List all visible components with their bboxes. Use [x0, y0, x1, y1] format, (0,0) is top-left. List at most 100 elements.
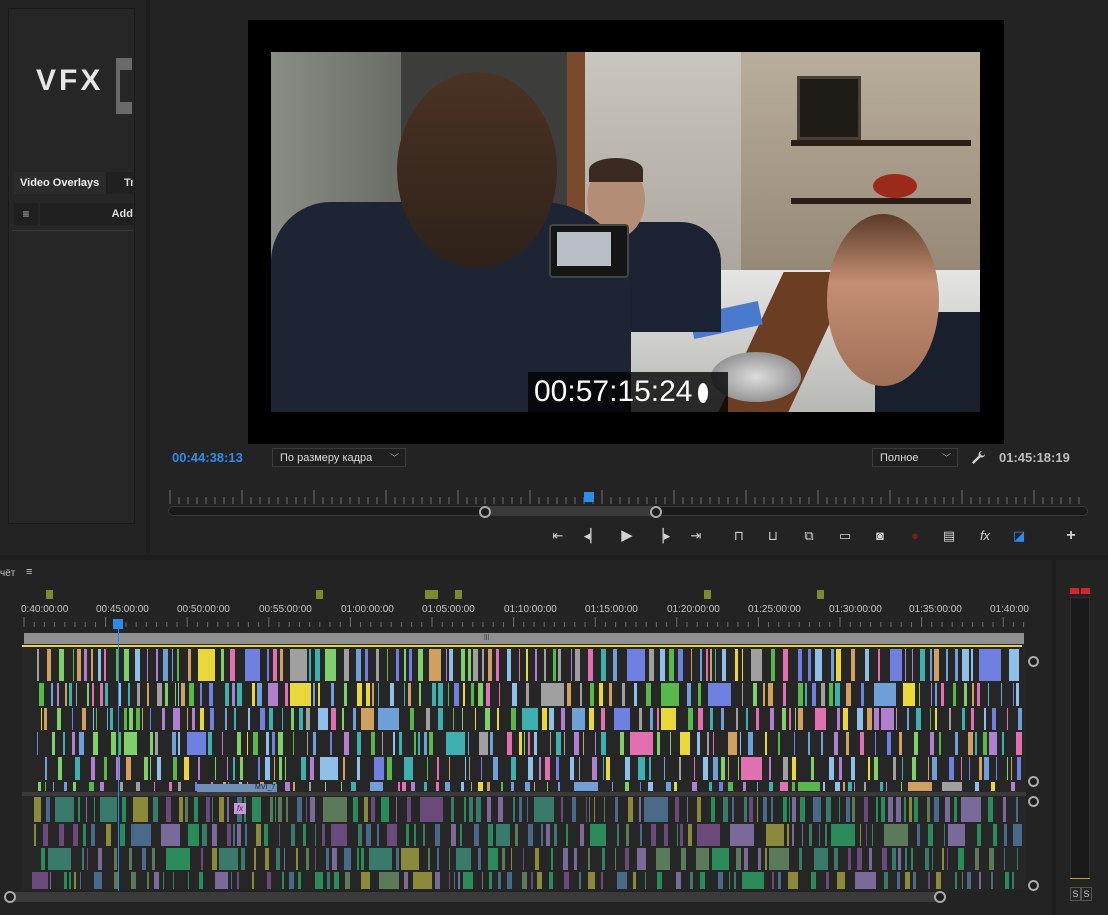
timeline-clip[interactable]	[909, 797, 912, 822]
timeline-clip[interactable]	[275, 797, 276, 822]
timeline-clip[interactable]	[884, 872, 888, 889]
timeline-clip[interactable]	[993, 824, 997, 846]
timeline-clip[interactable]	[468, 732, 469, 755]
timeline-clip[interactable]	[184, 757, 189, 780]
timeline-clip[interactable]	[91, 824, 95, 846]
timeline-clip[interactable]	[136, 782, 140, 791]
timeline-clip[interactable]	[377, 824, 379, 846]
timeline-clip[interactable]	[746, 708, 748, 730]
timeline-clip[interactable]	[438, 708, 443, 730]
timeline-clip[interactable]	[744, 797, 747, 822]
timeline-clip[interactable]	[100, 797, 117, 822]
timeline-clip[interactable]	[278, 732, 283, 755]
timeline-clip[interactable]	[713, 757, 718, 780]
timeline-clip[interactable]	[561, 797, 563, 822]
timeline-clip[interactable]	[252, 797, 261, 822]
timeline-clip[interactable]	[798, 782, 820, 791]
timeline-clip[interactable]	[325, 649, 336, 681]
timeline-clip[interactable]	[884, 824, 908, 846]
timeline-clip[interactable]	[911, 848, 913, 870]
timeline-clip[interactable]	[814, 848, 828, 870]
timeline-clip[interactable]	[955, 732, 958, 755]
timeline-clip[interactable]	[424, 732, 427, 755]
timeline-clip[interactable]	[881, 708, 894, 730]
timeline-clip[interactable]	[798, 708, 803, 730]
tab-video-overlays[interactable]: Video Overlays	[14, 172, 110, 194]
timeline-clip[interactable]	[971, 708, 974, 730]
timeline-clip[interactable]	[198, 649, 215, 681]
timeline-clip[interactable]	[534, 732, 537, 755]
timeline-clip[interactable]	[634, 683, 637, 706]
audio-track[interactable]	[22, 847, 1026, 872]
timeline-clip[interactable]	[73, 782, 76, 791]
timeline-clip[interactable]	[46, 797, 50, 822]
timeline-clip[interactable]	[880, 782, 883, 791]
timeline-clip[interactable]	[1005, 872, 1009, 889]
timeline-clip[interactable]	[901, 782, 902, 791]
timeline-clip[interactable]	[462, 708, 463, 730]
timeline-clip[interactable]	[268, 683, 278, 706]
timeline-clip[interactable]	[413, 872, 432, 889]
timeline-clip[interactable]	[630, 732, 653, 755]
timeline-clip[interactable]	[961, 797, 981, 822]
timeline-clip[interactable]	[811, 872, 816, 889]
timeline-clip[interactable]	[315, 848, 316, 870]
timeline-clip[interactable]	[969, 757, 970, 780]
timeline-clip[interactable]	[644, 797, 668, 822]
timeline-zoom-handle-left[interactable]	[4, 891, 16, 903]
timeline-clip[interactable]	[1013, 683, 1014, 706]
timeline-clip[interactable]	[834, 848, 838, 870]
timeline-clip[interactable]	[639, 708, 642, 730]
timeline-clip[interactable]	[378, 683, 379, 706]
timeline-clip[interactable]	[545, 757, 550, 780]
timeline-clip[interactable]	[91, 757, 95, 780]
timeline-clip[interactable]	[411, 782, 415, 791]
audio-track[interactable]	[22, 796, 1026, 824]
timeline-clip[interactable]	[187, 708, 188, 730]
timeline-clip[interactable]	[318, 708, 328, 730]
timeline-clip[interactable]	[353, 708, 356, 730]
timeline-clip[interactable]	[227, 757, 228, 780]
timeline-clip[interactable]	[927, 797, 930, 822]
timeline-clip[interactable]	[813, 797, 821, 822]
timeline-clip[interactable]	[331, 824, 347, 846]
video-track[interactable]	[22, 682, 1026, 708]
timeline-clip[interactable]	[1017, 848, 1018, 870]
timeline-clip[interactable]	[588, 649, 593, 681]
timeline-clip[interactable]	[124, 708, 127, 730]
timeline-clip[interactable]	[365, 649, 368, 681]
timeline-clip[interactable]	[554, 824, 557, 846]
timeline-clip[interactable]	[687, 683, 691, 706]
timeline-clip[interactable]	[445, 782, 450, 791]
timeline-clip[interactable]	[962, 708, 965, 730]
timeline-clip[interactable]	[233, 757, 235, 780]
timeline-clip[interactable]	[166, 797, 171, 822]
timeline-clip[interactable]	[291, 708, 294, 730]
timeline-clip[interactable]	[265, 757, 270, 780]
timeline-clip[interactable]	[267, 872, 271, 889]
timeline-clip[interactable]	[930, 708, 931, 730]
timeline-clip[interactable]	[579, 757, 580, 780]
timeline-clip[interactable]	[792, 757, 796, 780]
timeline-clip[interactable]	[580, 824, 584, 846]
timeline-clip[interactable]	[89, 782, 94, 791]
panel-add-button[interactable]: Add	[40, 203, 133, 225]
timeline-clip[interactable]	[687, 797, 688, 822]
timeline-clip[interactable]	[765, 732, 767, 755]
timeline-clip[interactable]	[313, 732, 316, 755]
timeline-clip[interactable]	[253, 732, 258, 755]
timeline-clip[interactable]	[427, 757, 428, 780]
timeline-clip[interactable]	[361, 872, 370, 889]
timeline-clip[interactable]	[732, 797, 734, 822]
timeline-clip[interactable]	[381, 797, 389, 822]
audio-track[interactable]	[22, 823, 1026, 848]
timeline-clip[interactable]	[387, 649, 388, 681]
timeline-clip[interactable]	[697, 797, 701, 822]
timeline-clip[interactable]	[48, 848, 71, 870]
timeline-clip[interactable]	[808, 732, 810, 755]
timeline-clip[interactable]	[498, 797, 503, 822]
timeline-clip[interactable]	[905, 872, 910, 889]
timeline-clip[interactable]	[241, 848, 245, 870]
timeline-clip[interactable]	[126, 757, 131, 780]
timeline-clip[interactable]	[928, 757, 929, 780]
